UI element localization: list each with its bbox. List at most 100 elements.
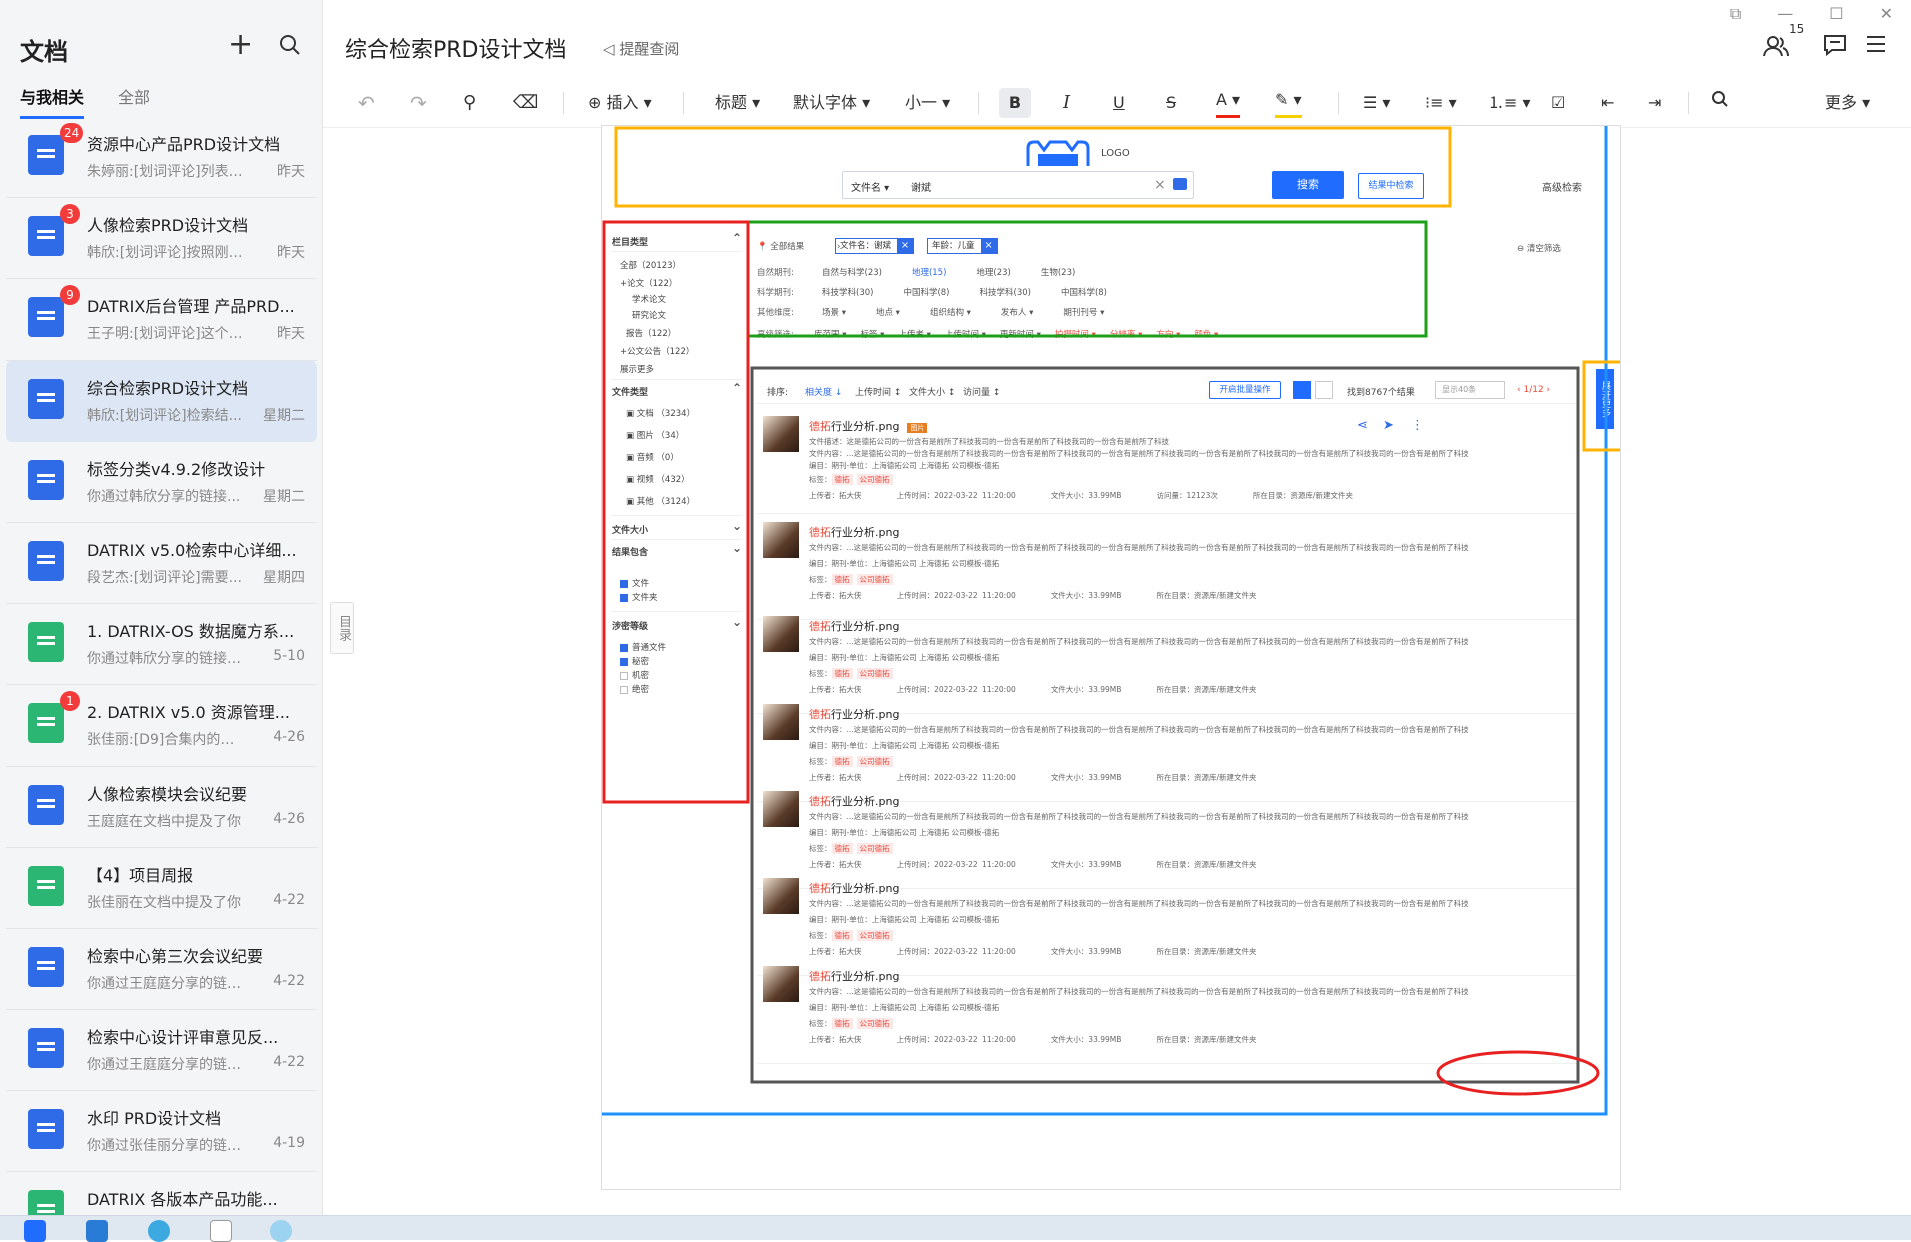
doc-list-item[interactable]: 标签分类v4.9.2修改设计 你通过韩欣分享的链接... 星期二 (6, 442, 317, 523)
checklist-button[interactable]: ☑ (1551, 88, 1565, 118)
strikethrough-button[interactable]: S (1166, 88, 1176, 118)
bold-button[interactable]: B (999, 88, 1031, 118)
grid-view-icon[interactable] (1315, 381, 1333, 399)
facet-dropdown[interactable]: 地点 ▾ (876, 306, 900, 318)
ft-image[interactable]: ▣ 图片 （34） (626, 429, 684, 441)
facet-option[interactable]: 地理(23) (976, 266, 1010, 278)
collaborators-icon[interactable] (1763, 34, 1789, 64)
facet-dropdown[interactable]: 拍摄时间 ▾ (1055, 328, 1096, 340)
chip-filename[interactable]: 文件名：谢斌 × (835, 238, 915, 254)
facet-dropdown[interactable]: 场景 ▾ (822, 306, 846, 318)
doc-list-item[interactable]: 检索中心第三次会议纪要 你通过王庭庭分享的链接... 4-22 (6, 929, 317, 1011)
clear-icon[interactable]: × (1154, 177, 1166, 193)
more-icon[interactable]: ⋮ (1411, 418, 1424, 433)
facet-option[interactable]: 地理(15) (912, 266, 946, 278)
list-view-icon[interactable] (1293, 381, 1311, 399)
tag-pill[interactable]: 德拓 (831, 930, 853, 941)
tag-pill[interactable]: 德拓 (831, 668, 853, 679)
rc-folder[interactable]: 文件夹 (620, 591, 658, 603)
filter-announce[interactable]: +公文公告（122） (620, 345, 694, 357)
tag-pill[interactable]: 德拓 (831, 474, 853, 485)
menu-icon[interactable] (1865, 34, 1887, 60)
more-menu[interactable]: 更多 ▾ (1825, 88, 1870, 118)
filter-file-type[interactable]: 文件类型 ⌃ (612, 381, 742, 398)
page-size-select[interactable]: 显示40条 (1435, 381, 1505, 399)
tag-pill[interactable]: 公司德拓 (856, 574, 893, 585)
filter-column-type[interactable]: 栏目类型 ⌃ (612, 231, 742, 248)
sl-confidential[interactable]: 机密 (620, 669, 649, 681)
minimize-button[interactable]: — (1777, 4, 1793, 24)
result-thumbnail[interactable] (763, 878, 799, 914)
share-icon[interactable]: ⋖ (1357, 418, 1368, 433)
undo-icon[interactable]: ↶ (358, 88, 375, 118)
tag-pill[interactable]: 德拓 (831, 574, 853, 585)
tag-pill[interactable]: 公司德拓 (856, 668, 893, 679)
heading-select[interactable]: 标题 ▾ (715, 88, 760, 118)
result-title[interactable]: 德拓行业分析.png (809, 880, 899, 896)
expand-more-button[interactable]: 展开更多 (1596, 369, 1614, 429)
facet-option[interactable]: 生物(23) (1041, 266, 1075, 278)
doc-list-item[interactable]: 水印 PRD设计文档 你通过张佳丽分享的链接... 4-19 (6, 1091, 317, 1173)
insert-menu[interactable]: ⊕ 插入 ▾ (588, 88, 652, 118)
app-icon[interactable] (86, 1220, 108, 1242)
tag-pill[interactable]: 德拓 (831, 1018, 853, 1029)
tag-pill[interactable]: 德拓 (831, 843, 853, 854)
result-thumbnail[interactable] (763, 416, 799, 452)
result-card[interactable]: 德拓行业分析.png 文件内容：...这是德拓公司的一份含有是前所了科技我司的一份… (757, 958, 1577, 1064)
result-title[interactable]: 德拓行业分析.png (809, 524, 899, 540)
search-icon[interactable] (270, 1220, 292, 1242)
doc-list-item[interactable]: 检索中心设计评审意见反... 你通过王庭庭分享的链接... 4-22 (6, 1010, 317, 1092)
doc-list-item[interactable]: 人像检索模块会议纪要 王庭庭在文档中提及了你 4-26 (6, 767, 317, 848)
result-title[interactable]: 德拓行业分析.png (809, 618, 899, 634)
ft-audio[interactable]: ▣ 音频 （0） (626, 451, 679, 463)
find-icon[interactable] (1711, 88, 1729, 118)
result-title[interactable]: 德拓行业分析.png (809, 793, 899, 809)
doc-list-item[interactable]: DATRIX v5.0检索中心详细... 段艺杰:[划词评论]需要... 星期四 (6, 523, 317, 605)
tag-pill[interactable]: 公司德拓 (856, 1018, 893, 1029)
clear-format-icon[interactable]: ⌫ (513, 88, 538, 118)
facet-dropdown[interactable]: 库范围 ▾ (814, 328, 846, 340)
show-more-link[interactable]: 展示更多 (620, 363, 654, 375)
facet-dropdown[interactable]: 组织结构 ▾ (930, 306, 971, 318)
sort-relevance[interactable]: 相关度 ↓ (805, 385, 842, 398)
italic-button[interactable]: I (1063, 88, 1070, 118)
facet-dropdown[interactable]: 发布人 ▾ (1001, 306, 1033, 318)
tab-related[interactable]: 与我相关 (20, 84, 85, 119)
sort-upload-time[interactable]: 上传时间 ↕ (855, 385, 901, 398)
maximize-button[interactable]: ☐ (1829, 4, 1843, 24)
filter-paper-academic[interactable]: 学术论文 (632, 293, 666, 305)
result-title[interactable]: 德拓行业分析.png (809, 968, 899, 984)
close-icon[interactable]: × (897, 239, 914, 253)
clear-filters[interactable]: ⊖ 清空筛选 (1517, 242, 1591, 254)
comment-icon[interactable] (1823, 34, 1847, 62)
advanced-search-link[interactable]: 高级检索 (1542, 179, 1582, 194)
facet-dropdown[interactable]: 更新时间 ▾ (1000, 328, 1041, 340)
size-select[interactable]: 小一 ▾ (905, 88, 950, 118)
bullet-list-button[interactable]: ⁝≡ ▾ (1425, 88, 1457, 118)
filter-secret-level[interactable]: 涉密等级 ⌄ (612, 615, 742, 632)
result-thumbnail[interactable] (763, 704, 799, 740)
filter-result-contains[interactable]: 结果包含 ⌄ (612, 541, 742, 558)
app-icon[interactable] (210, 1220, 232, 1242)
sl-top-secret[interactable]: 绝密 (620, 683, 649, 695)
sort-views[interactable]: 访问量 ↕ (963, 385, 1000, 398)
sl-normal[interactable]: 普通文件 (620, 641, 666, 653)
browser-icon[interactable] (148, 1220, 170, 1242)
outdent-button[interactable]: ⇤ (1601, 88, 1614, 118)
align-button[interactable]: ☰ ▾ (1363, 88, 1390, 118)
facet-dropdown[interactable]: 上传者 ▾ (898, 328, 930, 340)
filter-report[interactable]: 报告（122） (626, 327, 676, 339)
tag-pill[interactable]: 德拓 (831, 756, 853, 767)
ft-doc[interactable]: ▣ 文档 （3234） (626, 407, 695, 419)
filter-paper[interactable]: +论文（122） (620, 277, 677, 289)
doc-list-item[interactable]: 24 资源中心产品PRD设计文档 朱婷丽:[划词评论]列表模... 昨天 (6, 117, 317, 199)
font-color-button[interactable]: A ▾ (1216, 88, 1241, 118)
result-thumbnail[interactable] (763, 522, 799, 558)
tag-pill[interactable]: 公司德拓 (856, 474, 893, 485)
doc-list-item[interactable]: 9 DATRIX后台管理 产品PRD... 王子明:[划词评论]这个编... 昨天 (6, 279, 317, 361)
result-title[interactable]: 德拓行业分析.png (809, 706, 899, 722)
font-select[interactable]: 默认字体 ▾ (793, 88, 870, 118)
facet-option[interactable]: 自然与科学(23) (822, 266, 882, 278)
toc-toggle[interactable]: 目录 (330, 602, 354, 654)
doc-list-item[interactable]: 1 2. DATRIX v5.0 资源管理... 张佳丽:[D9]合集内的文件...… (6, 685, 317, 767)
